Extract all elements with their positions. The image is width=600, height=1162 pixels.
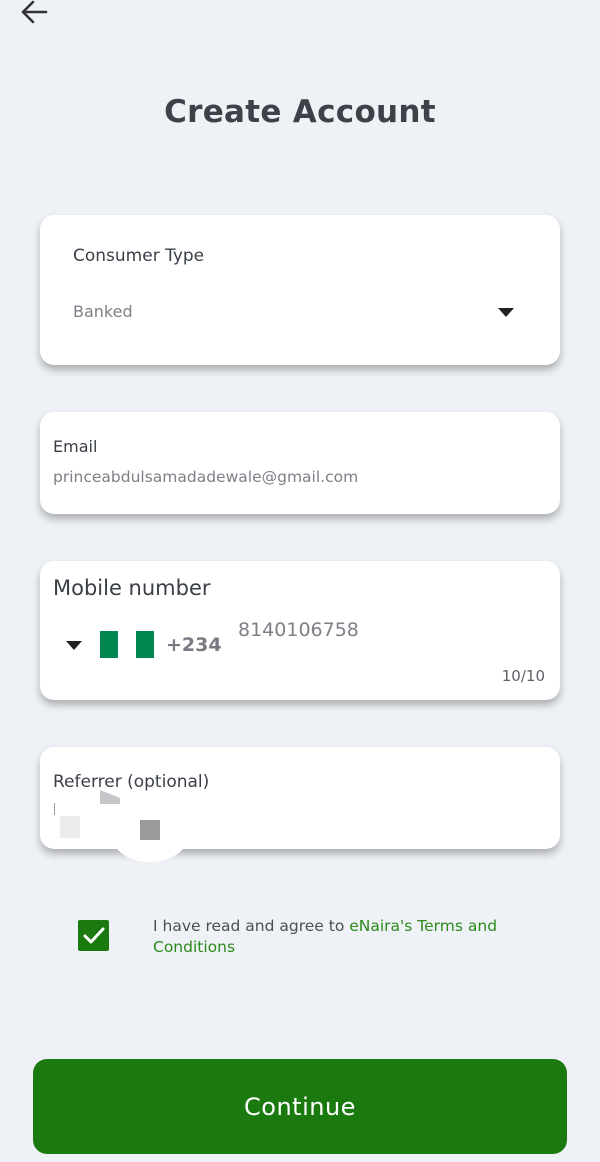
country-dropdown-icon[interactable] — [66, 641, 82, 650]
character-counter: 10/10 — [501, 667, 545, 685]
page-title: Create Account — [164, 94, 436, 130]
caret-down-icon[interactable] — [498, 308, 514, 317]
email-label: Email — [53, 437, 98, 456]
dial-code: +234 — [166, 634, 222, 656]
terms-checkbox[interactable] — [78, 920, 109, 951]
consumer-type-value: Banked — [73, 302, 133, 321]
arrow-left-icon — [21, 0, 48, 24]
continue-button[interactable]: Continue — [33, 1059, 567, 1154]
back-button[interactable] — [14, 0, 54, 30]
mobile-number-label: Mobile number — [53, 576, 211, 600]
email-input[interactable]: princeabdulsamadadewale@gmail.com — [53, 468, 358, 486]
consumer-type-label: Consumer Type — [73, 246, 205, 266]
email-field[interactable]: Email princeabdulsamadadewale@gmail.com — [40, 412, 560, 514]
mobile-number-field[interactable]: Mobile number +234 8140106758 10/10 — [40, 561, 560, 700]
terms-text: I have read and agree to eNaira's Terms … — [153, 916, 533, 958]
checkmark-icon — [83, 927, 104, 943]
obscured-referrer-text — [54, 790, 188, 862]
consumer-type-select[interactable]: Consumer Type Banked — [40, 215, 560, 365]
terms-prefix: I have read and agree to — [153, 917, 350, 935]
mobile-number-input[interactable]: 8140106758 — [238, 619, 359, 641]
nigeria-flag-icon[interactable] — [100, 631, 154, 658]
